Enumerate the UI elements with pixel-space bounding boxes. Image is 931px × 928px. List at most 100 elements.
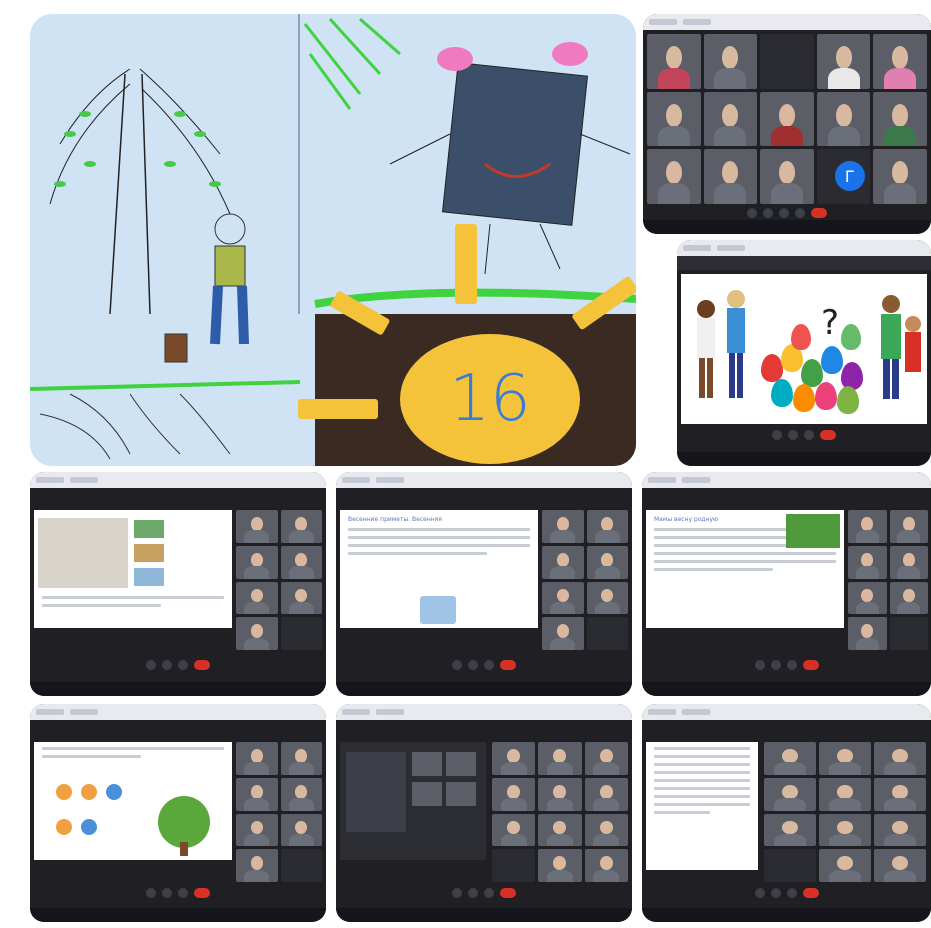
participant-tile[interactable] — [760, 34, 814, 89]
participant-tile[interactable] — [538, 777, 582, 811]
participant-tile[interactable] — [236, 813, 278, 847]
participant-tile[interactable] — [816, 34, 871, 89]
participant-tile[interactable] — [764, 813, 816, 847]
participant-tile[interactable] — [280, 849, 322, 882]
participant-tile[interactable] — [889, 581, 928, 615]
participant-tile[interactable] — [819, 813, 871, 847]
video-player[interactable] — [38, 518, 128, 588]
participant-tile[interactable] — [764, 777, 816, 811]
participant-tile[interactable] — [647, 91, 701, 147]
present-icon[interactable] — [786, 660, 797, 670]
end-call-button[interactable] — [194, 888, 210, 898]
participant-tile[interactable] — [236, 742, 278, 775]
participant-tile[interactable] — [703, 34, 758, 89]
mic-icon[interactable] — [146, 888, 156, 898]
participant-tile[interactable] — [848, 545, 887, 579]
present-icon[interactable] — [779, 208, 789, 218]
participant-tile[interactable] — [584, 849, 628, 882]
participant-tile[interactable] — [586, 617, 628, 650]
participant-tile[interactable] — [236, 581, 278, 615]
participant-tile[interactable] — [492, 849, 536, 882]
participant-tile[interactable]: Г — [816, 149, 871, 204]
mic-icon[interactable] — [747, 208, 757, 218]
present-icon[interactable] — [484, 660, 494, 670]
participant-tile[interactable] — [542, 617, 584, 650]
camera-icon[interactable] — [788, 430, 798, 440]
camera-icon[interactable] — [770, 888, 781, 898]
participant-tile[interactable] — [874, 777, 926, 811]
participant-tile[interactable] — [848, 510, 887, 543]
participant-tile[interactable] — [647, 34, 701, 89]
participant-tile[interactable] — [819, 849, 871, 882]
participant-tile[interactable] — [280, 617, 322, 650]
mic-icon[interactable] — [772, 430, 782, 440]
participant-tile[interactable] — [542, 545, 584, 579]
participant-tile[interactable] — [538, 742, 582, 775]
mic-icon[interactable] — [754, 660, 765, 670]
participant-tile[interactable] — [236, 545, 278, 579]
more-icon[interactable] — [795, 208, 805, 218]
mic-icon[interactable] — [452, 660, 462, 670]
end-call-button[interactable] — [194, 660, 210, 670]
present-icon[interactable] — [178, 888, 188, 898]
participant-tile[interactable] — [874, 813, 926, 847]
participant-tile[interactable] — [280, 813, 322, 847]
participant-tile[interactable] — [760, 91, 814, 147]
participant-tile[interactable] — [819, 777, 871, 811]
camera-icon[interactable] — [162, 660, 172, 670]
participant-tile[interactable] — [873, 149, 927, 204]
participant-tile[interactable] — [542, 510, 584, 543]
end-call-button[interactable] — [820, 430, 836, 440]
end-call-button[interactable] — [500, 660, 516, 670]
participant-tile[interactable] — [280, 545, 322, 579]
camera-icon[interactable] — [162, 888, 172, 898]
mic-icon[interactable] — [754, 888, 765, 898]
participant-tile[interactable] — [586, 581, 628, 615]
participant-tile[interactable] — [280, 510, 322, 543]
mic-icon[interactable] — [452, 888, 462, 898]
participant-tile[interactable] — [848, 617, 887, 650]
participant-tile[interactable] — [873, 91, 927, 147]
participant-tile[interactable] — [819, 742, 871, 775]
present-icon[interactable] — [804, 430, 814, 440]
end-call-button[interactable] — [500, 888, 516, 898]
end-call-button[interactable] — [811, 208, 827, 218]
participant-tile[interactable] — [703, 149, 758, 204]
participant-tile[interactable] — [542, 581, 584, 615]
participant-tile[interactable] — [816, 91, 871, 147]
camera-icon[interactable] — [770, 660, 781, 670]
end-call-button[interactable] — [802, 660, 819, 670]
participant-tile[interactable] — [584, 777, 628, 811]
participant-tile[interactable] — [889, 617, 928, 650]
participant-tile[interactable] — [764, 742, 816, 775]
participant-tile[interactable] — [492, 742, 536, 775]
participant-tile[interactable] — [889, 545, 928, 579]
participant-tile[interactable] — [703, 91, 758, 147]
camera-icon[interactable] — [763, 208, 773, 218]
participant-tile[interactable] — [584, 742, 628, 775]
participant-tile[interactable] — [236, 849, 278, 882]
participant-tile[interactable] — [586, 545, 628, 579]
present-icon[interactable] — [484, 888, 494, 898]
participant-tile[interactable] — [236, 510, 278, 543]
participant-tile[interactable] — [874, 849, 926, 882]
mic-icon[interactable] — [146, 660, 156, 670]
participant-tile[interactable] — [280, 742, 322, 775]
participant-tile[interactable] — [586, 510, 628, 543]
participant-tile[interactable] — [760, 149, 814, 204]
participant-tile[interactable] — [492, 777, 536, 811]
participant-tile[interactable] — [236, 777, 278, 811]
present-icon[interactable] — [786, 888, 797, 898]
end-call-button[interactable] — [802, 888, 819, 898]
participant-tile[interactable] — [647, 149, 701, 204]
participant-tile[interactable] — [584, 813, 628, 847]
participant-tile[interactable] — [538, 849, 582, 882]
participant-tile[interactable] — [889, 510, 928, 543]
participant-tile[interactable] — [764, 849, 816, 882]
camera-icon[interactable] — [468, 888, 478, 898]
participant-tile[interactable] — [492, 813, 536, 847]
participant-tile[interactable] — [236, 617, 278, 650]
participant-tile[interactable] — [848, 581, 887, 615]
participant-tile[interactable] — [538, 813, 582, 847]
present-icon[interactable] — [178, 660, 188, 670]
